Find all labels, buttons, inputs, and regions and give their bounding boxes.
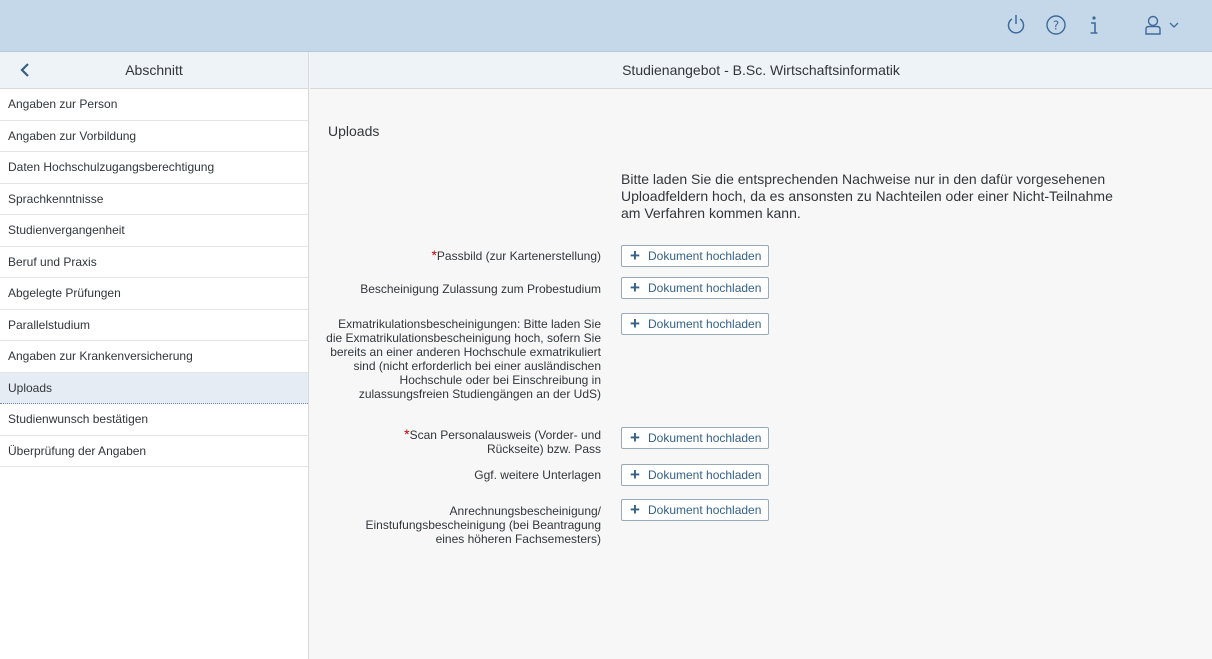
upload-label: Ggf. weitere Unterlagen <box>474 468 601 482</box>
sidebar-item-angaben-zur-vorbildung[interactable]: Angaben zur Vorbildung <box>0 121 308 152</box>
plus-icon: + <box>630 246 640 265</box>
shell-header: ? <box>0 0 1212 52</box>
sidebar-item-uploads[interactable]: Uploads <box>0 372 308 404</box>
sidebar-item-studienvergangenheit[interactable]: Studienvergangenheit <box>0 215 308 247</box>
sidebar-item-ueberpruefung[interactable]: Überprüfung der Angaben <box>0 436 308 467</box>
svg-text:?: ? <box>1053 19 1059 33</box>
upload-document-button[interactable]: + Dokument hochladen <box>621 499 770 521</box>
intro-text: Bitte laden Sie die entsprechenden Nachw… <box>621 171 1113 221</box>
upload-document-button[interactable]: + Dokument hochladen <box>621 464 770 486</box>
main-content: Studienangebot - B.Sc. Wirtschaftsinform… <box>310 52 1212 659</box>
chevron-left-icon <box>20 63 29 77</box>
sidebar-item-parallelstudium[interactable]: Parallelstudium <box>0 310 308 341</box>
info-icon[interactable] <box>1082 12 1106 38</box>
plus-icon: + <box>630 500 640 519</box>
plus-icon: + <box>630 428 640 447</box>
plus-icon: + <box>630 278 640 297</box>
back-button[interactable] <box>14 59 36 81</box>
upload-document-button[interactable]: + Dokument hochladen <box>621 313 770 335</box>
page-title: Studienangebot - B.Sc. Wirtschaftsinform… <box>310 52 1212 89</box>
sidebar-item-krankenversicherung[interactable]: Angaben zur Krankenversicherung <box>0 341 308 373</box>
sidebar-item-beruf-und-praxis[interactable]: Beruf und Praxis <box>0 247 308 278</box>
section-title: Uploads <box>328 123 380 139</box>
upload-label: Exmatrikulationsbescheinigungen: Bitte l… <box>326 317 601 401</box>
chevron-down-icon[interactable] <box>1166 12 1182 38</box>
upload-label: *Scan Personalausweis (Vorder- und Rücks… <box>404 426 601 456</box>
upload-document-button[interactable]: + Dokument hochladen <box>621 427 770 449</box>
upload-label: *Passbild (zur Kartenerstellung) <box>431 247 601 263</box>
sidebar-item-angaben-zur-person[interactable]: Angaben zur Person <box>0 89 308 121</box>
upload-document-button[interactable]: + Dokument hochladen <box>621 245 770 267</box>
help-icon[interactable]: ? <box>1044 12 1068 38</box>
sidebar-item-daten-hzb[interactable]: Daten Hochschulzugangsberechtigung <box>0 152 308 184</box>
upload-document-button[interactable]: + Dokument hochladen <box>621 277 770 299</box>
sidebar-nav-list: Angaben zur Person Angaben zur Vorbildun… <box>0 89 308 467</box>
plus-icon: + <box>630 465 640 484</box>
section-sidebar: Abschnitt Angaben zur Person Angaben zur… <box>0 52 309 659</box>
sidebar-header: Abschnitt <box>0 52 308 89</box>
power-icon[interactable] <box>1004 12 1028 38</box>
upload-label: Anrechnungsbescheinigung/ Einstufungsbes… <box>365 504 601 546</box>
upload-label: Bescheinigung Zulassung zum Probestudium <box>360 282 601 296</box>
plus-icon: + <box>630 314 640 333</box>
sidebar-item-sprachkenntnisse[interactable]: Sprachkenntnisse <box>0 184 308 215</box>
sidebar-title: Abschnitt <box>125 62 183 78</box>
sidebar-item-studienwunsch-bestaetigen[interactable]: Studienwunsch bestätigen <box>0 404 308 436</box>
user-icon[interactable] <box>1142 12 1164 38</box>
sidebar-item-abgelegte-pruefungen[interactable]: Abgelegte Prüfungen <box>0 278 308 310</box>
